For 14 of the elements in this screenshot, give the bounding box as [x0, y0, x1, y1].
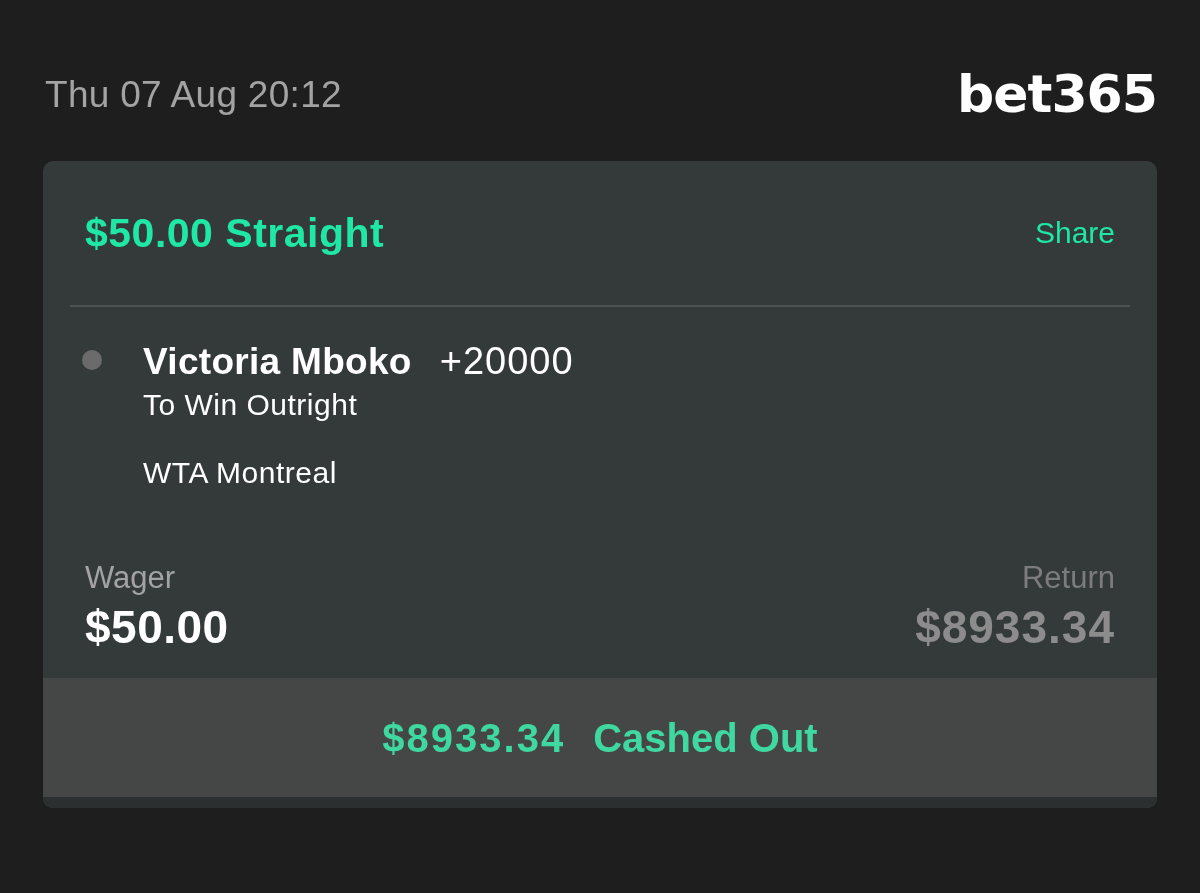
- cash-out-amount: $8933.34: [382, 717, 566, 758]
- date-time: Thu 07 Aug 20:12: [45, 75, 342, 113]
- wager-label: Wager: [85, 562, 177, 593]
- cash-out-status: Cashed Out: [593, 717, 818, 758]
- return-amount: $8933.34: [915, 604, 1115, 650]
- wager-amount: $50.00: [85, 604, 229, 650]
- share-link[interactable]: Share: [1034, 218, 1115, 248]
- market-name: To Win Outright: [143, 390, 358, 420]
- selection-name: Victoria Mboko: [143, 343, 412, 380]
- logo: bet365: [957, 68, 1157, 120]
- bet-title: $50.00 Straight: [85, 212, 385, 254]
- selection-odds: +20000: [439, 342, 574, 380]
- return-label: Return: [1021, 562, 1115, 593]
- event-name: WTA Montreal: [143, 458, 337, 488]
